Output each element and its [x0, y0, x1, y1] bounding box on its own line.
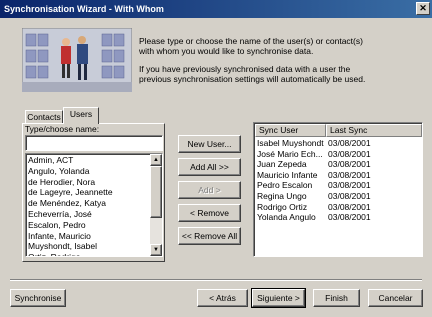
add-button[interactable]: Add >	[178, 181, 241, 199]
cell-sync-user: Rodrigo Ortiz	[257, 201, 308, 212]
remove-button[interactable]: < Remove	[178, 204, 241, 222]
intro-text: Please type or choose the name of the us…	[139, 36, 425, 84]
back-button[interactable]: < Atrás	[197, 289, 248, 307]
table-row[interactable]: José Mario Ech... 03/08/2001	[257, 149, 421, 160]
scroll-thumb[interactable]	[150, 166, 162, 218]
cell-sync-user: José Mario Ech...	[257, 148, 323, 159]
tab-users[interactable]: Users	[63, 107, 99, 124]
add-all-button[interactable]: Add All >>	[178, 158, 241, 176]
cell-last-sync: 03/08/2001	[328, 169, 371, 180]
window-title: Synchronisation Wizard - With Whom	[4, 4, 164, 14]
cell-last-sync: 03/08/2001	[328, 159, 371, 170]
table-row[interactable]: Rodrigo Ortiz 03/08/2001	[257, 202, 421, 213]
user-list-items: Admin, ACT Angulo, Yolanda de Herodier, No…	[26, 155, 149, 256]
remove-all-button[interactable]: << Remove All	[178, 227, 241, 245]
table-row[interactable]: Mauricio Infante 03/08/2001	[257, 170, 421, 181]
cancel-button[interactable]: Cancelar	[368, 289, 423, 307]
next-button[interactable]: Siguiente >	[251, 288, 306, 308]
list-item[interactable]: de Herodier, Nora	[26, 177, 149, 188]
table-row[interactable]: Isabel Muyshondt 03/08/2001	[257, 138, 421, 149]
cell-sync-user: Pedro Escalon	[257, 180, 313, 191]
finish-button[interactable]: Finish	[313, 289, 360, 307]
cell-sync-user: Juan Zepeda	[257, 159, 307, 170]
list-item[interactable]: Infante, Mauricio	[26, 231, 149, 242]
cell-last-sync: 03/08/2001	[328, 212, 371, 223]
sync-user-table[interactable]: Sync User Last Sync Isabel Muyshondt 03/0…	[253, 122, 423, 257]
list-item[interactable]: Echeverría, José	[26, 209, 149, 220]
close-button[interactable]: ✕	[416, 2, 430, 15]
footer-divider	[10, 279, 422, 281]
table-header: Sync User Last Sync	[255, 124, 422, 137]
close-icon: ✕	[419, 3, 427, 13]
list-item[interactable]: de Lageyre, Jeannette	[26, 187, 149, 198]
column-header-sync-user[interactable]: Sync User	[255, 124, 326, 137]
column-header-last-sync[interactable]: Last Sync	[326, 124, 422, 137]
wizard-illustration	[21, 27, 133, 93]
new-user-button[interactable]: New User...	[178, 135, 241, 153]
table-row[interactable]: Regina Ungo 03/08/2001	[257, 191, 421, 202]
list-item[interactable]: Ortiz, Rodrigo	[26, 252, 149, 256]
intro-line-2: with whom you would like to synchronise …	[139, 46, 314, 56]
cell-last-sync: 03/08/2001	[328, 148, 371, 159]
list-item[interactable]: Muyshondt, Isabel	[26, 241, 149, 252]
list-item[interactable]: de Menéndez, Katya	[26, 198, 149, 209]
synchronise-button[interactable]: Synchronise	[10, 289, 66, 307]
name-input[interactable]	[25, 135, 163, 151]
scroll-up-button[interactable]: ▲	[150, 154, 162, 166]
tab-contacts[interactable]: Contacts	[25, 110, 63, 124]
cell-sync-user: Regina Ungo	[257, 190, 307, 201]
scroll-down-button[interactable]: ▼	[150, 244, 162, 256]
list-item[interactable]: Escalon, Pedro	[26, 220, 149, 231]
cell-sync-user: Isabel Muyshondt	[257, 138, 324, 148]
table-row[interactable]: Yolanda Angulo 03/08/2001	[257, 212, 421, 223]
intro-line-1: Please type or choose the name of the us…	[139, 36, 363, 46]
table-row[interactable]: Juan Zepeda 03/08/2001	[257, 159, 421, 170]
name-field-label: TType/choose name:	[24, 124, 100, 134]
cell-last-sync: 03/08/2001	[328, 190, 371, 201]
window-title-bar[interactable]: Synchronisation Wizard - With Whom	[0, 0, 432, 18]
intro-line-4: previous synchronisation settings will a…	[139, 74, 366, 84]
list-item[interactable]: Admin, ACT	[26, 155, 149, 166]
user-list-scrollbar[interactable]: ▲ ▼	[150, 154, 162, 256]
table-body: Isabel Muyshondt 03/08/2001 José Mario Ech…	[257, 138, 421, 223]
scroll-up-icon: ▲	[153, 157, 159, 163]
cell-sync-user: Yolanda Angulo	[257, 212, 316, 223]
table-row[interactable]: Pedro Escalon 03/08/2001	[257, 180, 421, 191]
cell-last-sync: 03/08/2001	[328, 201, 371, 212]
cell-last-sync: 03/08/2001	[328, 138, 371, 148]
scroll-down-icon: ▼	[153, 247, 159, 253]
cell-sync-user: Mauricio Infante	[257, 169, 318, 180]
list-item[interactable]: Angulo, Yolanda	[26, 166, 149, 177]
cell-last-sync: 03/08/2001	[328, 180, 371, 191]
user-list[interactable]: Admin, ACT Angulo, Yolanda de Herodier, No…	[25, 153, 163, 257]
intro-line-3: If you have previously synchronised data…	[139, 64, 351, 74]
